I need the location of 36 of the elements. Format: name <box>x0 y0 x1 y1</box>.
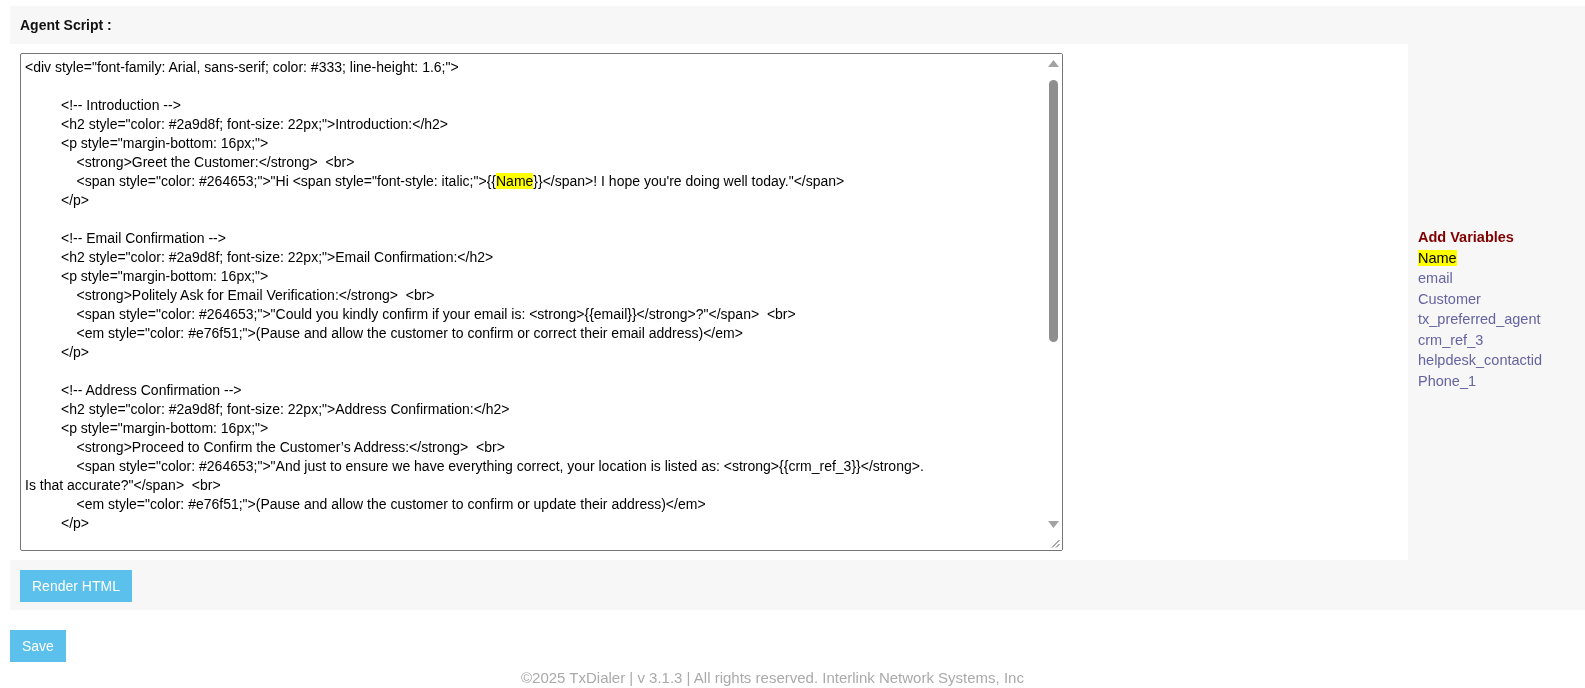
section-title: Agent Script : <box>20 17 112 33</box>
code-line: <h2 style="color: #2a9d8f; font-size: 22px;">Email Confirmation:</h2> <box>60 248 495 267</box>
code-line: <!-- Introduction --> <box>60 96 182 115</box>
footer-text: ©2025 TxDialer | v 3.1.3 | All rights reserved. Interlink Network Systems, Inc <box>521 669 1024 686</box>
code-line: <p style="margin-bottom: 16px;"> <box>60 134 270 153</box>
code-line: Is that accurate?"</span> <br> <box>25 476 222 495</box>
code-line: </p> <box>60 343 91 362</box>
code-line: <h2 style="color: #2a9d8f; font-size: 22px;">Address Confirmation:</h2> <box>60 400 511 419</box>
scroll-up-arrow-icon[interactable] <box>1048 60 1059 67</box>
code-line: </p> <box>60 514 91 533</box>
resize-grip-icon[interactable] <box>1051 539 1060 548</box>
variable-item[interactable]: email <box>1418 270 1453 286</box>
code-line: <span style="color: #264653;">"Could you kindly confirm if your email is: <strong>{{email}}</strong>?"</span> <br> <box>75 305 797 324</box>
variable-item[interactable]: Phone_1 <box>1418 372 1477 389</box>
code-line: </p> <box>60 191 91 210</box>
code-line: <strong>Politely Ask for Email Verification:</strong> <br> <box>75 286 436 305</box>
variables-heading: Add Variables <box>1418 228 1515 247</box>
variable-item[interactable]: helpdesk_contactid <box>1418 352 1543 368</box>
code-line: <!-- Email Confirmation --> <box>60 229 227 248</box>
variable-item[interactable]: Customer <box>1418 290 1481 307</box>
script-editor[interactable] <box>20 53 1063 551</box>
code-line: <span style="color: #264653;">"And just to ensure we have everything correct, your location is listed as: <strong>{{crm_ref_3}}</strong>. <box>75 457 925 476</box>
scrollbar-thumb[interactable] <box>1049 80 1058 342</box>
code-line: <div style="font-family: Arial, sans-serif; color: #333; line-height: 1.6;"> <box>25 58 460 77</box>
code-line: <strong>Proceed to Confirm the Customer’s Address:</strong> <br> <box>75 438 506 457</box>
variable-item[interactable]: Name <box>1418 249 1457 266</box>
code-line: <p style="margin-bottom: 16px;"> <box>60 419 270 438</box>
code-line: <p style="margin-bottom: 16px;"> <box>60 267 270 286</box>
scroll-down-arrow-icon[interactable] <box>1048 521 1059 528</box>
code-line: <em style="color: #e76f51;">(Pause and allow the customer to confirm or update their address)</em> <box>75 495 707 514</box>
code-line: <em style="color: #e76f51;">(Pause and allow the customer to confirm or correct their email address)</em> <box>75 324 744 343</box>
code-line: <h2 style="color: #2a9d8f; font-size: 22px;">Introduction:</h2> <box>60 115 450 134</box>
code-line: <!-- Address Confirmation --> <box>60 381 243 400</box>
variable-item[interactable]: tx_preferred_agent <box>1418 311 1541 327</box>
code-line: <strong>Greet the Customer:</strong> <br> <box>75 153 356 172</box>
variable-item[interactable]: crm_ref_3 <box>1418 331 1484 348</box>
